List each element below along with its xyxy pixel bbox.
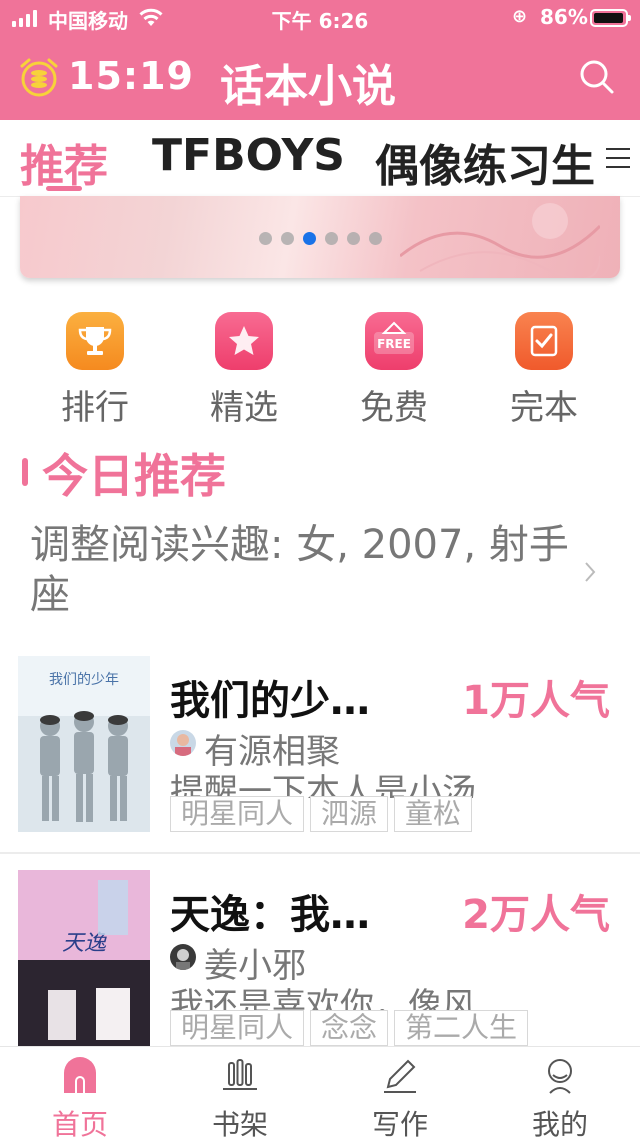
carousel-dot[interactable] (280, 232, 294, 245)
reading-timer: 15:19 (68, 54, 194, 98)
quick-entry-label: 精选 (210, 388, 278, 428)
nav-label: 首页 (51, 1108, 108, 1141)
book-tag[interactable]: 第二人生 (394, 1010, 529, 1046)
status-bar: 中国移动 下午 6:26 ⊕ 86% (0, 0, 640, 36)
active-tab-indicator (46, 186, 82, 191)
nav-profile[interactable]: 我的 (505, 1055, 615, 1143)
free-tag-icon: FREE (365, 312, 423, 370)
book-cover: 我们的少年 (18, 656, 150, 832)
rotation-lock-icon: ⊕ (512, 6, 528, 27)
banner-carousel[interactable] (20, 196, 620, 278)
cover-title: 我们的少年 (49, 672, 119, 688)
search-icon[interactable] (578, 58, 616, 96)
app-title: 话本小说 (220, 61, 396, 112)
section-title: 今日推荐 (42, 449, 226, 503)
nav-label: 写作 (371, 1108, 428, 1141)
nav-home[interactable]: 首页 (25, 1055, 135, 1143)
app-header: 15:19 话本小说 (0, 36, 640, 120)
quick-entry-featured[interactable]: 精选 (194, 312, 294, 429)
nav-label: 我的 (531, 1108, 588, 1141)
book-popularity: 2万人气 (462, 892, 610, 938)
book-description: 我还是喜欢你，像风 (170, 986, 476, 1012)
carousel-dots (20, 232, 620, 245)
bookshelf-icon (223, 1059, 257, 1090)
quick-entry-label: 完本 (510, 388, 578, 428)
carousel-dot[interactable] (368, 232, 382, 245)
book-title: 天逸：我… (170, 892, 370, 938)
book-title: 我们的少… (170, 678, 370, 724)
quick-entry-label: 排行 (61, 388, 129, 428)
carousel-dot-active[interactable] (302, 232, 316, 245)
check-book-icon (515, 312, 573, 370)
chevron-right-icon (585, 562, 596, 582)
nav-write[interactable]: 写作 (345, 1055, 455, 1143)
book-tags: 明星同人 泗源 童松 (170, 796, 473, 832)
quick-entry-completed[interactable]: 完本 (494, 312, 594, 429)
book-tags: 明星同人 念念 第二人生 (170, 1010, 529, 1046)
star-icon (215, 312, 273, 370)
book-tag[interactable]: 念念 (310, 1010, 389, 1046)
quick-entry-ranking[interactable]: 排行 (45, 312, 145, 429)
interest-setting-link[interactable]: 调整阅读兴趣: 女, 2007, 射手座 (30, 520, 590, 620)
author-name: 有源相聚 (204, 732, 340, 772)
pen-icon (384, 1059, 416, 1093)
profile-icon (548, 1059, 572, 1094)
book-item[interactable]: 天逸 天逸：我… 2万人气 姜小邪 我还是喜欢你，像风 明星同人 念念 第二人生 (0, 870, 640, 1060)
avatar (170, 730, 196, 756)
book-tag[interactable]: 明星同人 (170, 796, 305, 832)
battery-icon (590, 9, 631, 27)
section-accent-bar (22, 458, 28, 486)
tab-idol-trainee[interactable]: 偶像练习生 (375, 130, 595, 194)
book-tag[interactable]: 童松 (394, 796, 473, 832)
home-icon (64, 1057, 96, 1093)
author-name: 姜小邪 (204, 946, 306, 986)
quick-entry-free[interactable]: FREE 免费 (344, 312, 444, 429)
tab-recommend[interactable]: 推荐 (20, 130, 108, 194)
list-divider (0, 852, 640, 854)
book-popularity: 1万人气 (462, 678, 610, 724)
nav-label: 书架 (211, 1108, 268, 1141)
bottom-nav: 首页 书架 写作 我的 (0, 1046, 640, 1143)
free-label: FREE (377, 337, 411, 351)
top-bar: 中国移动 下午 6:26 ⊕ 86% 15:19 话本小说 (0, 0, 640, 120)
tab-tfboys[interactable]: TFBOYS (152, 130, 345, 181)
category-tabs: 推荐 TFBOYS 偶像练习生 (0, 120, 640, 197)
carousel-dot[interactable] (258, 232, 272, 245)
avatar (170, 944, 196, 970)
battery-percent: 86% (540, 5, 588, 29)
carousel-dot[interactable] (324, 232, 338, 245)
carousel-dot[interactable] (346, 232, 360, 245)
book-tag[interactable]: 泗源 (310, 796, 389, 832)
book-tag[interactable]: 明星同人 (170, 1010, 305, 1046)
alarm-clock-icon[interactable] (18, 56, 60, 98)
book-description: 提醒一下本人是小汤 (170, 772, 476, 798)
quick-entry-label: 免费 (360, 388, 428, 428)
trophy-icon (66, 312, 124, 370)
book-cover: 天逸 (18, 870, 150, 1046)
book-item[interactable]: 我们的少年 我们的少… 1万人气 有源相聚 提醒一下本人是小汤 明星同人 泗源 … (0, 656, 640, 846)
nav-bookshelf[interactable]: 书架 (185, 1055, 295, 1143)
menu-icon[interactable] (598, 132, 640, 184)
